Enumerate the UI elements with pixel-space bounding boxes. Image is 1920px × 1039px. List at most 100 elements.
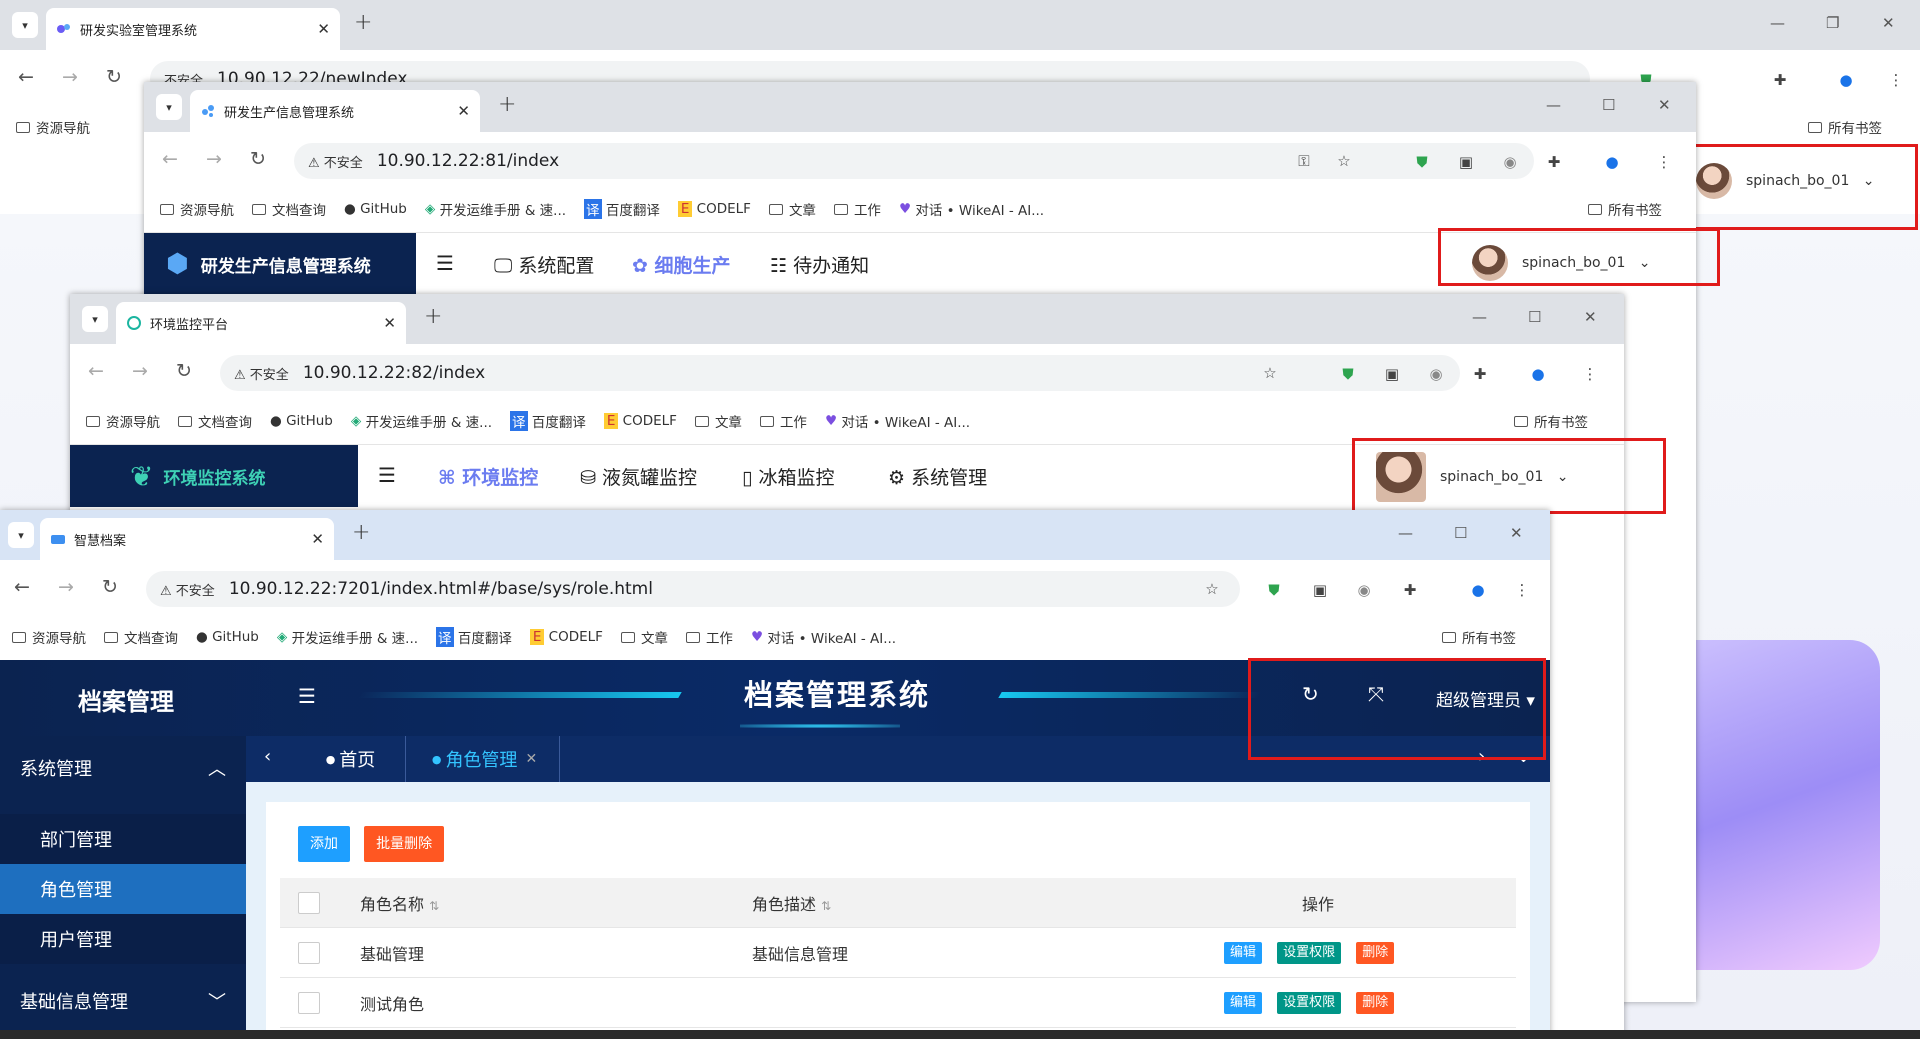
row-checkbox[interactable] <box>298 991 320 1014</box>
extension-icon[interactable]: ◉ <box>1426 364 1446 384</box>
menu-dots-icon[interactable]: ⋮ <box>1580 364 1600 384</box>
back-icon[interactable]: ← <box>162 148 178 170</box>
bookmark-item[interactable]: 工作 <box>759 411 807 431</box>
puzzle-extension-icon[interactable]: ✚ <box>1770 70 1790 90</box>
menu-dots-icon[interactable]: ⋮ <box>1512 580 1532 600</box>
nav-env-monitor[interactable]: ⌘ 环境监控 <box>438 463 538 490</box>
reload-icon[interactable]: ↻ <box>102 576 118 598</box>
bookmark-item[interactable]: ♥ 对话 • WikeAI - AI... <box>751 627 896 647</box>
all-bookmarks[interactable]: 所有书签 <box>1808 117 1882 137</box>
bookmark-item[interactable]: ◈ 开发运维手册 & 速... <box>351 411 492 431</box>
maximize-icon[interactable]: ☐ <box>1602 96 1615 114</box>
bookmark-item[interactable]: ♥ 对话 • WikeAI - AI... <box>825 411 970 431</box>
puzzle-extension-icon[interactable]: ✚ <box>1400 580 1420 600</box>
nav-cell-production[interactable]: ✿ 细胞生产 <box>632 251 731 278</box>
user-menu-outer[interactable]: spinach_bo_01 ⌄ <box>1696 163 1874 199</box>
tab-home[interactable]: ● 首页 <box>296 736 406 782</box>
key-icon[interactable]: ⚿ <box>1294 151 1314 171</box>
delete-button[interactable]: 删除 <box>1356 942 1395 964</box>
star-icon[interactable]: ☆ <box>1334 151 1354 171</box>
bookmark-item[interactable]: 文章 <box>694 411 742 431</box>
bookmark-item[interactable]: ♥ 对话 • WikeAI - AI... <box>899 199 1044 219</box>
close-tab-icon[interactable]: ✕ <box>383 314 396 332</box>
close-window-icon[interactable]: ✕ <box>1584 308 1597 326</box>
new-tab-button[interactable]: + <box>352 520 370 545</box>
edit-button[interactable]: 编辑 <box>1224 992 1263 1014</box>
bookmark-item[interactable]: E CODELF <box>529 629 603 645</box>
bookmark-item[interactable]: 资源导航 <box>160 199 234 219</box>
close-window-icon[interactable]: ✕ <box>1510 524 1523 542</box>
new-tab-button[interactable]: + <box>354 10 372 35</box>
close-tab-icon[interactable]: ✕ <box>457 102 470 120</box>
minimize-icon[interactable]: — <box>1398 524 1413 542</box>
bookmark-item[interactable]: ◈ 开发运维手册 & 速... <box>425 199 566 219</box>
forward-icon[interactable]: → <box>62 66 78 88</box>
nav-todo[interactable]: ☷ 待办通知 <box>770 251 869 278</box>
tab-archive[interactable]: 智慧档案 ✕ <box>40 518 334 560</box>
bookmark-item[interactable]: 文档查询 <box>104 627 178 647</box>
bookmark-item[interactable]: 译 百度翻译 <box>584 199 660 219</box>
bookmark-item[interactable]: 文档查询 <box>178 411 252 431</box>
bookmark-item[interactable]: 文章 <box>620 627 668 647</box>
sidebar-item-user[interactable]: 用户管理 <box>0 914 246 964</box>
bookmark-item[interactable]: ● GitHub <box>270 413 333 429</box>
star-icon[interactable]: ☆ <box>1202 579 1222 599</box>
extension-icon[interactable]: ◉ <box>1500 152 1520 172</box>
minimize-icon[interactable]: — <box>1546 96 1561 114</box>
set-permission-button[interactable]: 设置权限 <box>1277 992 1342 1014</box>
delete-button[interactable]: 删除 <box>1356 992 1395 1014</box>
tab-production[interactable]: 研发生产信息管理系统 ✕ <box>190 90 480 132</box>
col-role-desc[interactable]: 角色描述 ⇅ <box>752 891 831 915</box>
back-icon[interactable]: ← <box>88 360 104 382</box>
col-role-name[interactable]: 角色名称 ⇅ <box>360 891 439 915</box>
bookmark-item[interactable]: E CODELF <box>677 201 751 217</box>
star-icon[interactable]: ☆ <box>1260 363 1280 383</box>
bookmark-item[interactable]: 译 百度翻译 <box>436 627 512 647</box>
tab-search-button[interactable]: ▾ <box>156 94 182 120</box>
add-button[interactable]: 添加 <box>298 826 350 862</box>
edit-button[interactable]: 编辑 <box>1224 942 1263 964</box>
back-icon[interactable]: ← <box>18 66 34 88</box>
reload-icon[interactable]: ↻ <box>106 66 122 88</box>
all-bookmarks[interactable]: 所有书签 <box>1588 199 1662 219</box>
menu-dots-icon[interactable]: ⋮ <box>1654 152 1674 172</box>
bookmark-item[interactable]: E CODELF <box>603 413 677 429</box>
extension-icon[interactable]: ▣ <box>1382 364 1402 384</box>
profile-icon[interactable]: ● <box>1836 70 1856 90</box>
all-bookmarks[interactable]: 所有书签 <box>1514 411 1588 431</box>
minimize-icon[interactable]: — <box>1770 14 1785 32</box>
set-permission-button[interactable]: 设置权限 <box>1277 942 1342 964</box>
batch-delete-button[interactable]: 批量删除 <box>364 826 445 862</box>
profile-icon[interactable]: ● <box>1468 580 1488 600</box>
menu-toggle-icon[interactable]: ☰ <box>436 251 454 275</box>
new-tab-button[interactable]: + <box>498 92 516 117</box>
puzzle-extension-icon[interactable]: ✚ <box>1470 364 1490 384</box>
tab-search-button[interactable]: ▾ <box>82 306 108 332</box>
reload-icon[interactable]: ↻ <box>250 148 266 170</box>
bookmark-item[interactable]: 工作 <box>685 627 733 647</box>
select-all-checkbox[interactable] <box>298 891 320 914</box>
bookmark-item[interactable]: 工作 <box>833 199 881 219</box>
menu-toggle-icon[interactable]: ☰ <box>298 684 316 708</box>
maximize-icon[interactable]: ☐ <box>1528 308 1541 326</box>
profile-icon[interactable]: ● <box>1602 152 1622 172</box>
shield-extension-icon[interactable]: ⛊ <box>1412 152 1432 172</box>
close-window-icon[interactable]: ✕ <box>1658 96 1671 114</box>
nav-system-config[interactable]: 🖵 系统配置 <box>494 251 594 278</box>
extension-icon[interactable]: ◉ <box>1354 580 1374 600</box>
bookmark-item[interactable]: 资源导航 <box>12 627 86 647</box>
address-bar[interactable]: ⚠ 不安全 10.90.12.22:7201/index.html#/base/… <box>146 571 1240 607</box>
user-menu-environment[interactable]: spinach_bo_01 ⌄ <box>1376 452 1568 502</box>
nav-ln2-monitor[interactable]: ⛁ 液氮罐监控 <box>580 463 697 490</box>
nav-system-manage[interactable]: ⚙ 系统管理 <box>888 463 987 490</box>
minimize-icon[interactable]: — <box>1472 308 1487 326</box>
close-window-icon[interactable]: ✕ <box>1882 14 1895 32</box>
all-bookmarks[interactable]: 所有书签 <box>1442 627 1516 647</box>
bookmark-item[interactable]: ● GitHub <box>344 201 407 217</box>
puzzle-extension-icon[interactable]: ✚ <box>1544 152 1564 172</box>
bookmark-item[interactable]: ◈ 开发运维手册 & 速... <box>277 627 418 647</box>
close-tab-icon[interactable]: ✕ <box>317 20 330 38</box>
address-bar[interactable]: ⚠ 不安全 10.90.12.22:82/index ☆ <box>220 355 1460 391</box>
menu-toggle-icon[interactable]: ☰ <box>378 463 396 487</box>
address-bar[interactable]: ⚠ 不安全 10.90.12.22:81/index ⚿ ☆ <box>294 143 1534 179</box>
